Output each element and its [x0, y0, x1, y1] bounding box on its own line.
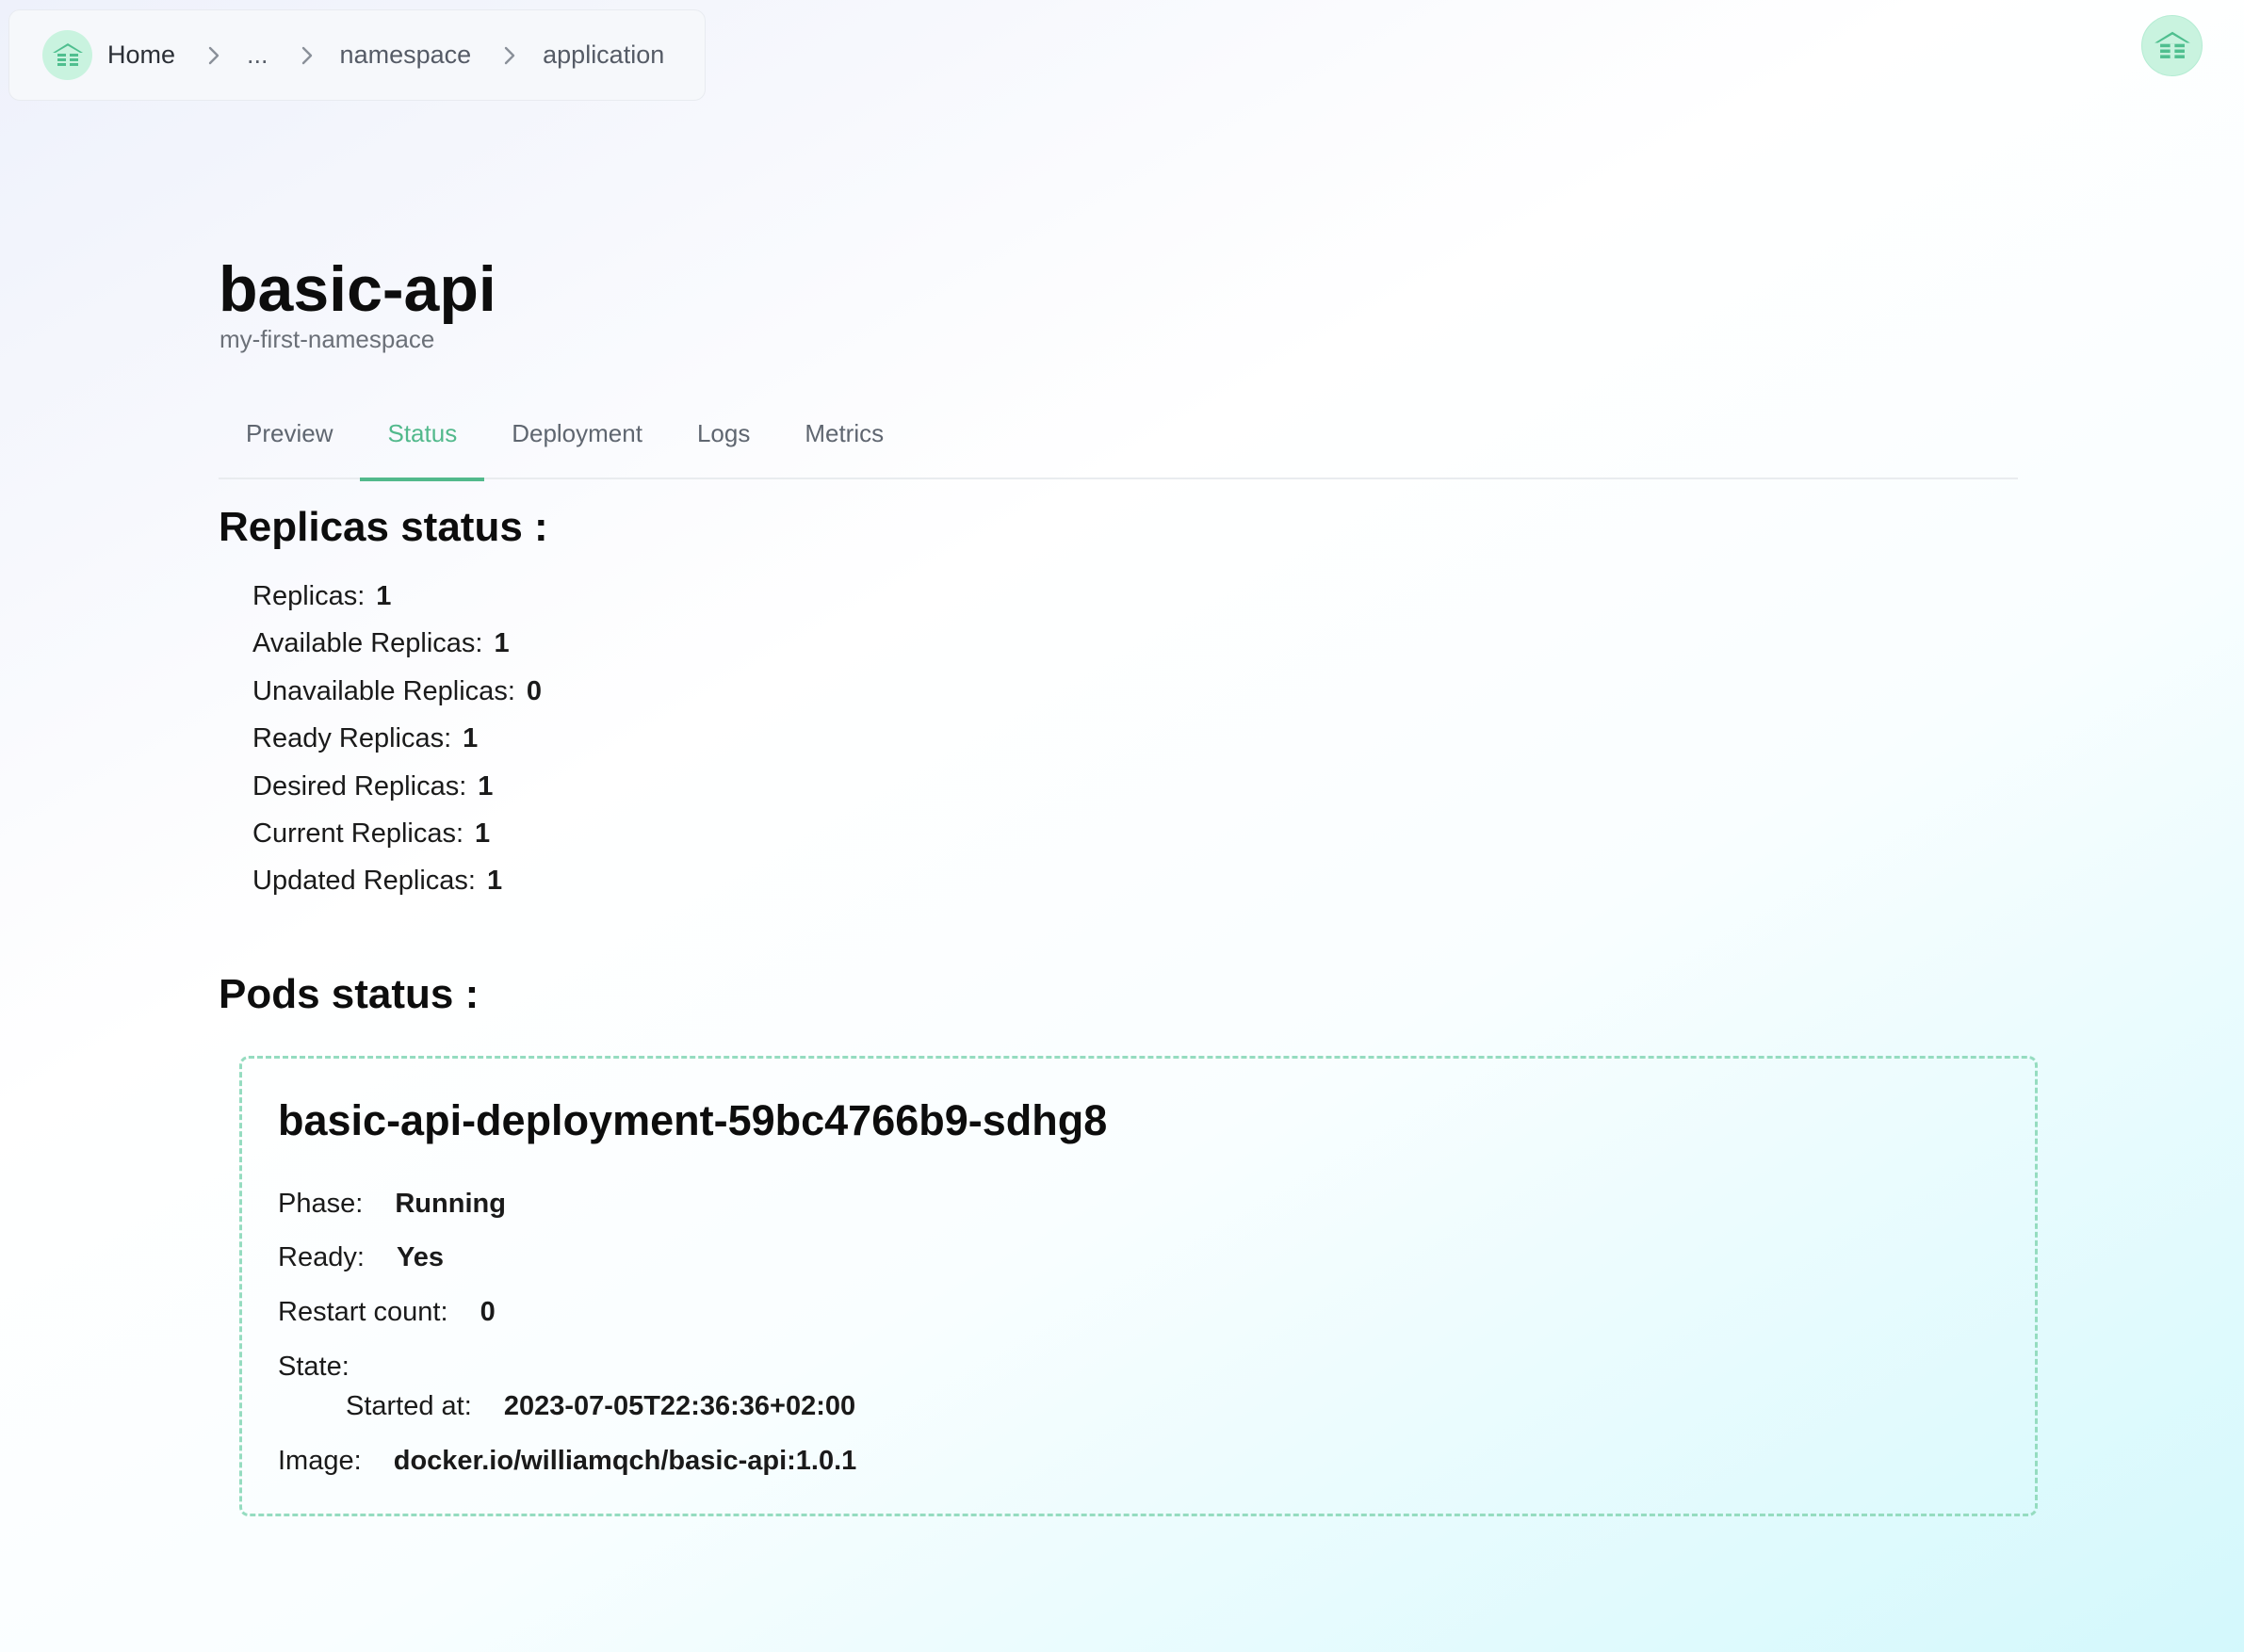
replica-label: Unavailable Replicas: — [252, 675, 515, 706]
started-at-label: Started at: — [346, 1391, 472, 1421]
replica-label: Updated Replicas: — [252, 866, 476, 897]
breadcrumb-home-link[interactable]: Home — [107, 40, 175, 70]
breadcrumb-ellipsis-link[interactable]: ... — [247, 40, 268, 70]
tab-bar: Preview Status Deployment Logs Metrics — [219, 396, 2018, 481]
pod-started-row: Started at: 2023-07-05T22:36:36+02:00 — [346, 1391, 855, 1422]
pod-ready-row: Ready: Yes — [278, 1242, 444, 1273]
house-logo-icon[interactable] — [2141, 15, 2203, 76]
replicas-list: Replicas: 1 Available Replicas: 1 Unavaila… — [252, 575, 542, 907]
list-item: Updated Replicas: 1 — [252, 859, 542, 906]
pod-restart-row: Restart count: 0 — [278, 1297, 496, 1328]
image-label: Image: — [278, 1446, 362, 1476]
list-item: Ready Replicas: 1 — [252, 717, 542, 764]
replica-value: 1 — [376, 581, 392, 611]
restart-count-value: 0 — [480, 1297, 496, 1327]
replica-label: Available Replicas: — [252, 628, 483, 659]
ready-label: Ready: — [278, 1242, 365, 1272]
replica-label: Desired Replicas: — [252, 770, 467, 802]
chevron-right-icon — [207, 45, 220, 66]
replica-value: 1 — [486, 866, 503, 897]
list-item: Desired Replicas: 1 — [252, 765, 542, 812]
replica-label: Current Replicas: — [252, 818, 464, 849]
pod-image-row: Image: docker.io/williamqch/basic-api:1.… — [278, 1446, 856, 1477]
breadcrumb: Home ... namespace application — [8, 9, 706, 101]
chevron-right-icon — [301, 45, 314, 66]
state-label: State: — [278, 1352, 350, 1382]
restart-count-label: Restart count: — [278, 1297, 448, 1327]
list-item: Unavailable Replicas: 0 — [252, 670, 542, 717]
phase-label: Phase: — [278, 1189, 364, 1219]
pod-card: basic-api-deployment-59bc4766b9-sdhg8 Ph… — [239, 1056, 2038, 1516]
list-item: Replicas: 1 — [252, 575, 542, 622]
pod-state-row: State: — [278, 1352, 350, 1383]
replica-value: 0 — [526, 675, 543, 706]
list-item: Current Replicas: 1 — [252, 812, 542, 859]
phase-value: Running — [395, 1189, 506, 1219]
chevron-right-icon — [503, 45, 516, 66]
tab-metrics[interactable]: Metrics — [777, 396, 911, 478]
breadcrumb-namespace-link[interactable]: namespace — [340, 40, 472, 70]
pods-status-heading: Pods status : — [219, 971, 480, 1017]
replica-value: 1 — [463, 723, 479, 754]
list-item: Available Replicas: 1 — [252, 622, 542, 669]
replicas-status-heading: Replicas status : — [219, 504, 548, 550]
tab-logs[interactable]: Logs — [670, 396, 777, 478]
replica-value: 1 — [494, 628, 510, 659]
pod-phase-row: Phase: Running — [278, 1189, 506, 1220]
replica-label: Replicas: — [252, 581, 366, 611]
replica-value: 1 — [478, 770, 494, 802]
ready-value: Yes — [396, 1242, 444, 1272]
breadcrumb-application-item: application — [543, 40, 665, 69]
logo-icon[interactable] — [42, 30, 92, 80]
tab-deployment[interactable]: Deployment — [484, 396, 670, 478]
tab-preview[interactable]: Preview — [219, 396, 360, 478]
tab-status[interactable]: Status — [360, 396, 485, 481]
namespace-subtitle: my-first-namespace — [220, 325, 435, 353]
started-at-value: 2023-07-05T22:36:36+02:00 — [503, 1391, 856, 1421]
replica-value: 1 — [475, 818, 491, 849]
image-value: docker.io/williamqch/basic-api:1.0.1 — [393, 1446, 857, 1476]
page-title: basic-api — [219, 253, 496, 325]
pod-name: basic-api-deployment-59bc4766b9-sdhg8 — [278, 1096, 1108, 1144]
replica-label: Ready Replicas: — [252, 723, 452, 754]
